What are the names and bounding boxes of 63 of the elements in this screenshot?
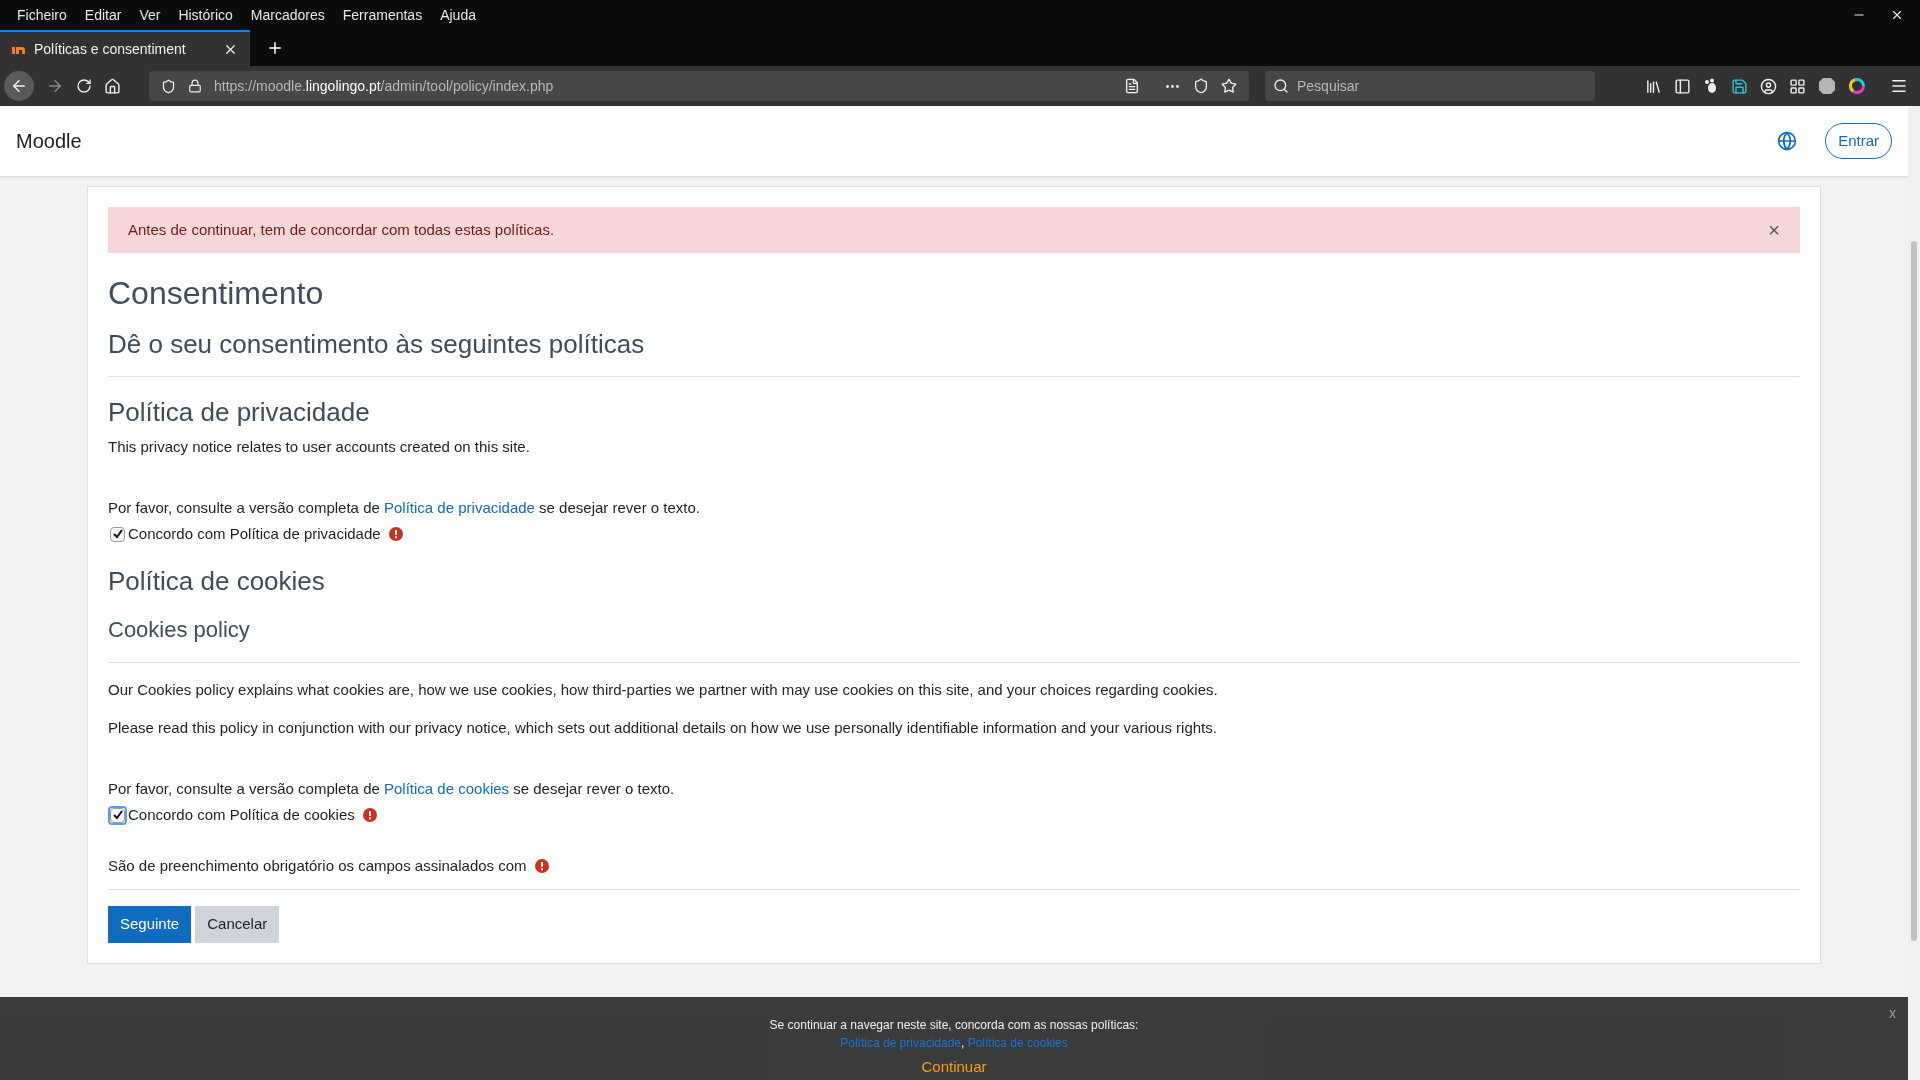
page-title: Consentimento xyxy=(108,274,325,313)
lock-icon xyxy=(188,79,202,93)
account-icon[interactable] xyxy=(1760,77,1777,95)
policy-note: Por favor, consulte a versão completa de Política de privacidade se desejar rever o texto. xyxy=(108,497,702,518)
search-icon xyxy=(1273,78,1289,94)
search-field[interactable]: Pesquisar xyxy=(1265,71,1595,101)
url-text: https://moodle.lingolingo.pt/admin/tool/policy/index.php xyxy=(214,76,554,96)
forward-icon[interactable] xyxy=(46,77,64,95)
cancel-button[interactable]: Cancelar xyxy=(195,906,280,943)
reload-icon[interactable] xyxy=(76,78,92,94)
alert-close-button[interactable]: × xyxy=(1768,215,1780,245)
next-button[interactable]: Seguinte xyxy=(108,906,192,943)
menu-item[interactable]: Marcadores xyxy=(241,4,334,26)
menu-item[interactable]: Editar xyxy=(75,4,131,26)
required-icon xyxy=(362,808,377,823)
policy-paragraph: This privacy notice relates to user accounts created on this site. xyxy=(108,437,531,457)
required-note: São de preenchimento obrigatório os campos assinalados com xyxy=(108,856,527,874)
shield-icon xyxy=(161,78,176,94)
new-tab-icon[interactable] xyxy=(266,39,284,57)
alert-text: Antes de continuar, tem de concordar com todas estas políticas. xyxy=(128,219,556,240)
library-icon[interactable] xyxy=(1645,77,1662,95)
policy-paragraph: Our Cookies policy explains what cookies are, how we use cookies, how third-parties we partner with may use cookies on this site, and your choices regarding cookies. xyxy=(108,679,1219,700)
scrollbar-thumb[interactable] xyxy=(1911,241,1917,941)
reader-icon[interactable] xyxy=(1124,78,1140,94)
language-icon[interactable] xyxy=(1777,131,1798,151)
policy-note: Por favor, consulte a versão completa de Política de cookies se desejar rever o texto. xyxy=(108,778,676,799)
grid-icon[interactable] xyxy=(1789,77,1806,95)
policy-link[interactable]: Política de cookies xyxy=(384,779,510,797)
agree-label: Concordo com Política de privacidade xyxy=(128,524,381,544)
required-icon xyxy=(534,858,549,873)
menu-item[interactable]: Ver xyxy=(130,4,170,26)
policy-heading: Política de privacidade xyxy=(108,396,371,429)
site-logo-icon xyxy=(12,44,26,54)
banner-text: Se continuar a navegar neste site, concorda com as nossas políticas: xyxy=(769,1017,1139,1034)
menu-item[interactable]: Ficheiro xyxy=(8,4,76,26)
paw-icon[interactable] xyxy=(1703,78,1719,94)
address-bar[interactable]: https://moodle.lingolingo.pt/admin/tool/policy/index.php xyxy=(149,71,1249,101)
menu-icon[interactable] xyxy=(1890,77,1908,95)
required-icon xyxy=(388,527,403,542)
menu-item[interactable]: Histórico xyxy=(169,4,242,26)
home-icon[interactable] xyxy=(104,77,121,95)
tab-title: Políticas e consentiment xyxy=(34,39,187,59)
banner-close-button[interactable]: x xyxy=(1889,1003,1896,1024)
save-icon[interactable] xyxy=(1731,77,1748,95)
agree-label: Concordo com Política de cookies xyxy=(128,805,355,825)
continue-button[interactable]: Continuar xyxy=(921,1056,987,1079)
close-icon[interactable] xyxy=(1890,8,1904,22)
browser-tab[interactable]: Políticas e consentiment xyxy=(0,30,250,66)
site-brand[interactable]: Moodle xyxy=(16,126,82,156)
page-subtitle: Dê o seu consentimento às seguintes políticas xyxy=(108,325,1800,377)
agree-checkbox[interactable] xyxy=(110,526,125,542)
policy-subheading: Cookies policy xyxy=(108,612,1800,663)
menu-item[interactable]: Ajuda xyxy=(431,4,485,26)
policy-link[interactable]: Política de privacidade xyxy=(384,498,535,516)
search-input[interactable]: Pesquisar xyxy=(1297,75,1587,97)
back-icon[interactable] xyxy=(10,77,28,95)
menu-item[interactable]: Ferramentas xyxy=(333,4,432,26)
sidebar-icon[interactable] xyxy=(1674,77,1691,95)
ring-icon[interactable] xyxy=(1848,77,1866,95)
policy-heading: Política de cookies xyxy=(108,564,326,598)
policy-paragraph: Please read this policy in conjunction with our privacy notice, which sets out additional details on how we use personally identifiable information and your various rights. xyxy=(108,718,1218,738)
banner-separator: , xyxy=(961,1036,965,1050)
star-icon[interactable] xyxy=(1221,78,1237,94)
